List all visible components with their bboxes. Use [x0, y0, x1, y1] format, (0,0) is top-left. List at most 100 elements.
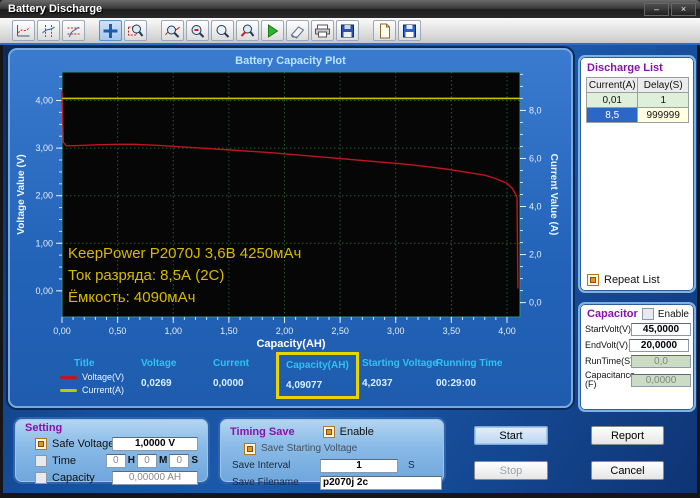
cancel-button[interactable]: Cancel — [591, 461, 664, 480]
time-row: Time H M S — [35, 453, 200, 468]
setting-title: Setting — [25, 422, 63, 434]
save-interval-field[interactable] — [320, 458, 398, 473]
battery-capacity-plot[interactable]: 0,00 0,50 1,00 1,50 2,00 2,50 3,00 3,50 4,000,00… — [10, 50, 571, 350]
toolbar-group-pan-zoom — [99, 20, 147, 41]
capacitor-enable: Enable — [641, 308, 689, 320]
start-button[interactable]: Start — [474, 426, 548, 445]
selected-cell[interactable]: 8,5 — [585, 107, 639, 123]
table-row[interactable]: 0,01 1 — [585, 92, 689, 108]
seconds-field[interactable] — [169, 453, 190, 468]
minimize-button[interactable]: – — [644, 2, 669, 16]
runtime-field — [631, 355, 691, 368]
stop-button[interactable]: Stop — [474, 461, 548, 480]
svg-text:Capacity(AH): Capacity(AH) — [256, 338, 325, 350]
capacitor-enable-checkbox[interactable] — [641, 308, 654, 320]
svg-text:4,00: 4,00 — [35, 96, 53, 106]
svg-text:0,00: 0,00 — [53, 326, 71, 336]
endvolt-field[interactable] — [629, 339, 689, 352]
legend-item-voltage: Voltage(V) — [60, 372, 144, 382]
svg-text:Voltage Value (V): Voltage Value (V) — [16, 154, 27, 234]
zoom-in-curve-icon — [165, 25, 180, 38]
select-curve-button[interactable] — [12, 20, 35, 41]
discharge-list-panel: Discharge List Current(A) Delay(S) 0,01 … — [578, 55, 696, 293]
select-curve-icon — [17, 24, 30, 36]
svg-text:Ток разряда: 8,5А (2С): Ток разряда: 8,5А (2С) — [68, 267, 224, 284]
capacity-checkbox[interactable] — [35, 471, 47, 484]
stat-running-time: Running Time 00:29:00 — [436, 358, 503, 389]
svg-text:0,0: 0,0 — [529, 298, 542, 308]
vertical-cursor-button[interactable] — [37, 20, 60, 41]
pan-crosshair-button[interactable] — [99, 20, 122, 41]
save-data-button[interactable] — [398, 20, 421, 41]
report-button[interactable]: Report — [591, 426, 664, 445]
save-filename-label: Save Filename — [232, 477, 299, 488]
main-content: 0,00 0,50 1,00 1,50 2,00 2,50 3,00 3,50 4,00 0,00… — [3, 45, 697, 493]
discharge-list-table[interactable]: Current(A) Delay(S) 0,01 1 8,5 999999 — [585, 77, 689, 123]
capacity-label: Capacity — [52, 471, 95, 484]
save-filename-row: Save Filename — [232, 475, 442, 490]
legend-block: Title Voltage(V) Current(A) — [60, 358, 144, 395]
svg-text:6,0: 6,0 — [529, 153, 542, 163]
toolbar-group-magnifiers — [161, 20, 359, 41]
zoom-out-icon — [191, 24, 205, 38]
minutes-field[interactable] — [136, 453, 157, 468]
close-button[interactable]: × — [671, 2, 696, 16]
title-bar[interactable]: Battery Discharge – × — [0, 0, 700, 18]
startvolt-field[interactable] — [631, 323, 691, 336]
capacitor-field-row: Capacitance (F) — [585, 371, 691, 389]
time-checkbox[interactable] — [35, 454, 47, 467]
chart-panel: 0,00 0,50 1,00 1,50 2,00 2,50 3,00 3,50 4,00 0,00… — [8, 48, 573, 408]
svg-text:2,00: 2,00 — [276, 326, 294, 336]
save-interval-label: Save Interval — [232, 460, 291, 471]
zoom-back-button[interactable] — [236, 20, 259, 41]
safe-voltage-checkbox[interactable] — [35, 437, 47, 450]
pan-crosshair-icon — [103, 23, 118, 38]
save-filename-field[interactable] — [320, 475, 442, 490]
zoom-out-button[interactable] — [186, 20, 209, 41]
repeat-list-row: Repeat List — [585, 272, 689, 287]
zoom-window-button[interactable] — [124, 20, 147, 41]
stat-current: Current 0,0000 — [213, 358, 250, 389]
capacity-field[interactable] — [112, 470, 198, 485]
svg-text:Current Value (A): Current Value (A) — [548, 154, 559, 236]
col-delay-header[interactable]: Delay(S) — [637, 77, 689, 93]
svg-text:KeepPower P2070J 3,6В 4250мАч: KeepPower P2070J 3,6В 4250мАч — [68, 245, 301, 262]
window-title: Battery Discharge — [8, 3, 103, 15]
repeat-list-checkbox[interactable] — [587, 274, 599, 286]
legend-voltage-label: Voltage(V) — [82, 372, 125, 382]
stat-voltage: Voltage 0,0269 — [141, 358, 177, 389]
safe-voltage-row: Safe Voltage — [35, 436, 200, 451]
horizontal-cursor-icon — [67, 26, 80, 37]
svg-text:1,50: 1,50 — [220, 326, 238, 336]
col-current-header[interactable]: Current(A) — [585, 77, 639, 93]
hours-field[interactable] — [105, 453, 126, 468]
zoom-in-curve-button[interactable] — [161, 20, 184, 41]
svg-text:8,0: 8,0 — [529, 105, 542, 115]
capacitor-panel: Capacitor Enable StartVolt(V) EndVolt(V)… — [578, 302, 696, 412]
zoom-window-icon — [128, 24, 144, 37]
app-window: Battery Discharge – × 0,00 0,50 1,00 1,5… — [0, 0, 700, 498]
timing-save-enable-checkbox[interactable] — [322, 425, 335, 438]
zoom-all-button[interactable] — [211, 20, 234, 41]
start-run-button[interactable] — [261, 20, 284, 41]
legend-item-current: Current(A) — [60, 385, 144, 395]
table-header-row: Current(A) Delay(S) — [585, 77, 689, 93]
horizontal-cursor-button[interactable] — [62, 20, 85, 41]
save-button[interactable] — [336, 20, 359, 41]
save-starting-voltage-checkbox[interactable] — [244, 442, 256, 455]
erase-button[interactable] — [286, 20, 309, 41]
table-row[interactable]: 8,5 999999 — [585, 107, 689, 123]
stats-row: Title Voltage(V) Current(A) Voltage 0,02… — [10, 350, 571, 406]
repeat-list-label: Repeat List — [604, 274, 660, 286]
new-file-button[interactable] — [373, 20, 396, 41]
print-button[interactable] — [311, 20, 334, 41]
save-interval-row: Save Interval S — [232, 458, 436, 473]
safe-voltage-field[interactable] — [112, 436, 198, 451]
stat-capacity-highlight: Capacity(AH) 4,09077 — [276, 352, 359, 399]
chart-title: Battery Capacity Plot — [235, 55, 346, 67]
document-icon — [380, 23, 390, 38]
timing-save-title: Timing Save — [230, 425, 295, 438]
svg-text:4,0: 4,0 — [529, 202, 542, 212]
timing-save-enable-label: Enable — [339, 425, 374, 438]
current-swatch-icon — [60, 388, 77, 392]
